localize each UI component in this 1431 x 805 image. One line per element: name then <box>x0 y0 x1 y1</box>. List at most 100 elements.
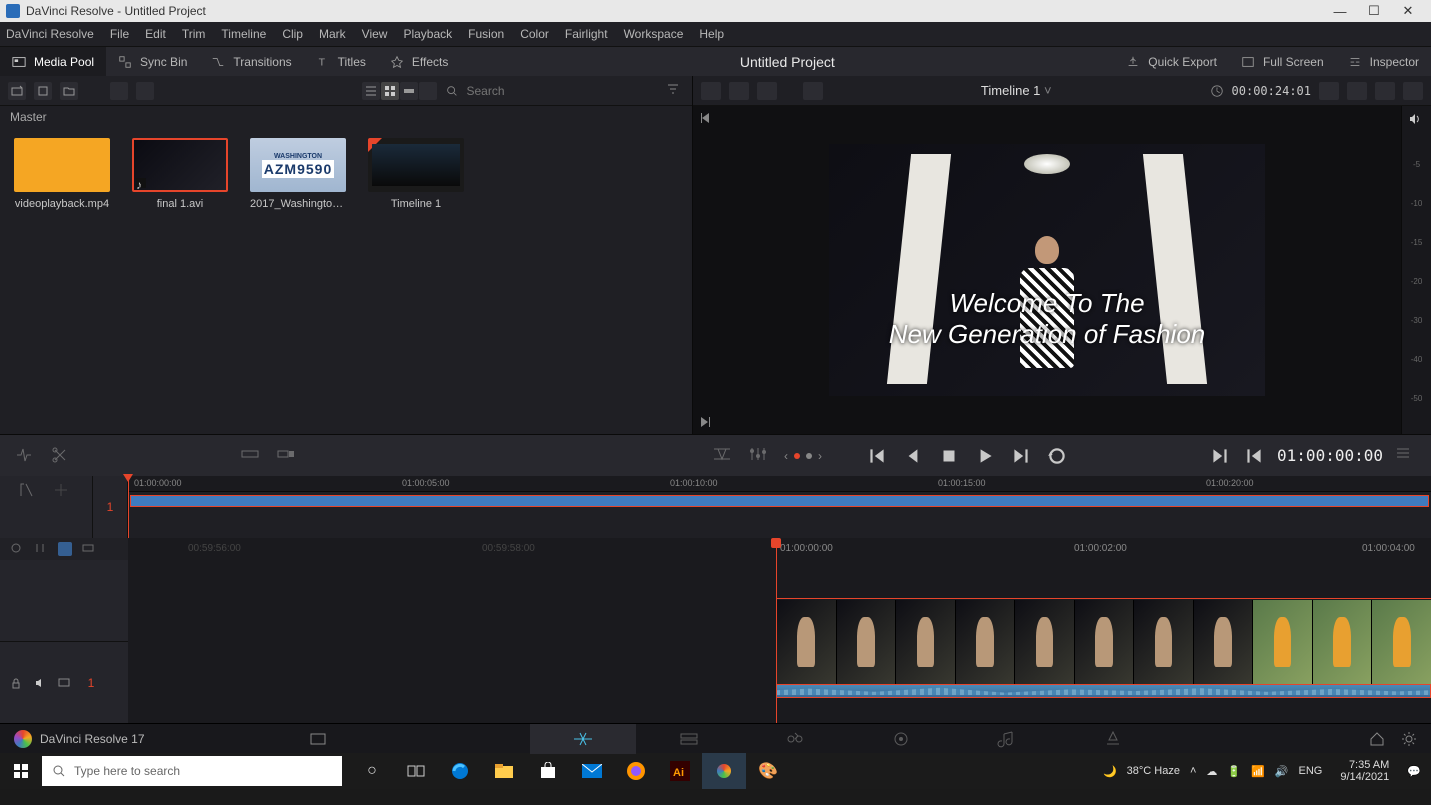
page-fusion[interactable] <box>742 724 848 754</box>
go-prev-edit-button[interactable] <box>1243 445 1265 467</box>
loop-button[interactable] <box>1046 445 1068 467</box>
page-cut[interactable] <box>530 724 636 754</box>
menu-help[interactable]: Help <box>699 27 724 41</box>
timeline-playhead[interactable] <box>776 538 777 723</box>
viewer-opt-3[interactable] <box>1375 82 1395 100</box>
paint-icon[interactable]: 🎨 <box>746 753 790 789</box>
mini-playhead[interactable] <box>128 476 129 538</box>
view-thumb-icon[interactable] <box>381 82 399 100</box>
notifications-icon[interactable]: 💬 <box>1407 765 1421 778</box>
mini-clip-bar[interactable] <box>130 495 1429 507</box>
menu-color[interactable]: Color <box>520 27 549 41</box>
tab-sync-bin[interactable]: Sync Bin <box>106 47 199 76</box>
quick-export-button[interactable]: Quick Export <box>1114 55 1229 69</box>
toggle-video-icon[interactable] <box>82 542 96 556</box>
import-media-icon[interactable] <box>34 82 52 100</box>
viewer-bypass-icon[interactable] <box>1403 82 1423 100</box>
place-on-top-icon[interactable] <box>384 445 406 467</box>
illustrator-icon[interactable]: Ai <box>658 753 702 789</box>
system-tray[interactable]: 🌙 38°C Haze ˄ ☁ 🔋 📶 🔊 ENG 7:35 AM 9/14/2… <box>1093 759 1431 783</box>
explorer-icon[interactable] <box>482 753 526 789</box>
tray-battery-icon[interactable]: 🔋 <box>1227 765 1241 778</box>
dynamic-trim-icon[interactable] <box>712 445 734 467</box>
viewer-tool-2[interactable] <box>729 82 749 100</box>
view-list-icon[interactable] <box>362 82 380 100</box>
mini-track-number[interactable]: 1 <box>92 476 128 538</box>
timeline-view-dots[interactable]: ‹› <box>784 449 822 463</box>
audio-clip[interactable] <box>776 684 1431 698</box>
toggle-snap-icon[interactable] <box>34 542 48 556</box>
import-folder-icon[interactable] <box>60 82 78 100</box>
tab-media-pool[interactable]: Media Pool <box>0 47 106 76</box>
smart-insert-icon[interactable] <box>240 445 262 467</box>
menu-file[interactable]: File <box>110 27 129 41</box>
taskbar-clock[interactable]: 7:35 AM 9/14/2021 <box>1332 759 1397 783</box>
clip-item[interactable]: videoplayback.mp4 <box>14 138 110 210</box>
viewer-opt-2[interactable] <box>1347 82 1367 100</box>
viewer-tool-1[interactable] <box>701 82 721 100</box>
boring-detector-icon[interactable] <box>14 445 36 467</box>
start-button[interactable] <box>0 753 42 789</box>
go-start-button[interactable] <box>866 445 888 467</box>
video-clip[interactable] <box>776 600 1431 684</box>
menu-playback[interactable]: Playback <box>403 27 452 41</box>
mini-tool-b[interactable] <box>52 481 74 503</box>
toggle-marker-icon[interactable] <box>10 542 24 556</box>
append-icon[interactable] <box>276 445 298 467</box>
lock-icon[interactable] <box>10 677 22 689</box>
play-button[interactable] <box>974 445 996 467</box>
page-color[interactable] <box>848 724 954 754</box>
tray-cloud-icon[interactable]: ☁ <box>1206 765 1217 778</box>
sliders-icon[interactable] <box>748 445 770 467</box>
mini-tool-a[interactable] <box>18 481 40 503</box>
tool-b-icon[interactable] <box>596 445 618 467</box>
menu-davinciresolve[interactable]: DaVinci Resolve <box>6 27 94 41</box>
audio-track-header[interactable]: 1 <box>0 641 128 723</box>
go-end-button[interactable] <box>1010 445 1032 467</box>
page-edit[interactable] <box>636 724 742 754</box>
edge-icon[interactable] <box>438 753 482 789</box>
undo-icon[interactable] <box>136 82 154 100</box>
mini-tool-d[interactable] <box>52 512 74 534</box>
toggle-audio-icon[interactable] <box>58 542 72 556</box>
timeline-name[interactable]: Timeline 1 ˅ <box>831 83 1202 98</box>
close-button[interactable]: ✕ <box>1391 3 1425 19</box>
tab-effects[interactable]: Effects <box>378 47 460 76</box>
transport-timecode[interactable]: 01:00:00:00 <box>1277 446 1383 465</box>
taskbar-search[interactable]: Type here to search <box>42 756 342 786</box>
viewer-zoom[interactable] <box>803 82 823 100</box>
mail-icon[interactable] <box>570 753 614 789</box>
tray-chevron-icon[interactable]: ˄ <box>1190 765 1196 777</box>
bin-master[interactable]: Master <box>0 106 692 128</box>
menu-mark[interactable]: Mark <box>319 27 346 41</box>
step-back-button[interactable] <box>902 445 924 467</box>
closeup-icon[interactable] <box>348 445 370 467</box>
menu-view[interactable]: View <box>362 27 388 41</box>
transport-menu-icon[interactable] <box>1395 445 1417 467</box>
mute-icon[interactable] <box>34 677 46 689</box>
store-icon[interactable] <box>526 753 570 789</box>
monitor-icon[interactable] <box>58 677 70 689</box>
page-fairlight[interactable] <box>954 724 1060 754</box>
minimize-button[interactable]: — <box>1323 4 1357 19</box>
firefox-icon[interactable] <box>614 753 658 789</box>
mini-ruler[interactable]: 01:00:00:00 01:00:05:00 01:00:10:00 01:0… <box>128 476 1431 492</box>
clip-item[interactable]: ♪ final 1.avi <box>132 138 228 210</box>
menu-trim[interactable]: Trim <box>182 27 206 41</box>
sort-icon[interactable] <box>666 82 684 100</box>
jump-last-icon[interactable] <box>699 416 715 428</box>
mini-tool-c[interactable] <box>18 512 40 534</box>
resolve-taskbar-icon[interactable] <box>702 753 746 789</box>
menu-fairlight[interactable]: Fairlight <box>565 27 608 41</box>
mini-track-area[interactable]: 01:00:00:00 01:00:05:00 01:00:10:00 01:0… <box>128 476 1431 538</box>
bin-icon[interactable] <box>110 82 128 100</box>
ripple-icon[interactable] <box>312 445 334 467</box>
split-icon[interactable] <box>50 445 72 467</box>
tool-a-icon[interactable] <box>560 445 582 467</box>
viewer-frame[interactable]: Welcome To The New Generation of Fashion <box>693 106 1401 434</box>
clip-item[interactable]: WASHINGTON AZM9590 2017_Washington... <box>250 138 346 210</box>
viewer-opt-1[interactable] <box>1319 82 1339 100</box>
view-audio-icon[interactable] <box>419 82 437 100</box>
viewer-tool-3[interactable] <box>757 82 777 100</box>
tray-wifi-icon[interactable]: 📶 <box>1251 765 1265 778</box>
